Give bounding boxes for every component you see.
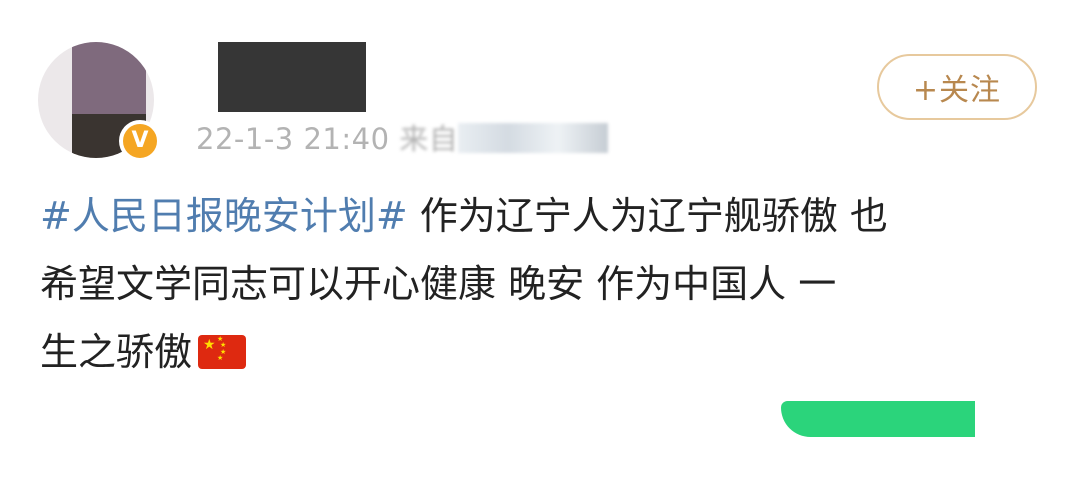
post-body: #人民日报晚安计划# 作为辽宁人为辽宁舰骄傲 也 希望文学同志可以开心健康 晚安…: [40, 182, 1040, 386]
follow-button-label: +关注: [912, 73, 1002, 108]
post-text-segment-3: 生之骄傲: [40, 330, 193, 374]
post-source-label: 来自: [399, 122, 459, 156]
post-source-redacted: [458, 123, 609, 153]
post-text-line-1: #人民日报晚安计划# 作为辽宁人为辽宁舰骄傲 也: [40, 182, 1040, 250]
china-flag-icon: ★ ★ ★ ★ ★: [198, 335, 247, 369]
username-redacted[interactable]: [218, 42, 366, 112]
post-timestamp: 22-1-3 21:40: [196, 122, 390, 156]
green-action-button[interactable]: [781, 401, 975, 437]
avatar-image-top: [72, 42, 146, 114]
post-meta: 22-1-3 21:40 来自: [196, 116, 609, 158]
follow-button[interactable]: +关注: [877, 54, 1037, 120]
post-text-line-2: 希望文学同志可以开心健康 晚安 作为中国人 一: [40, 262, 837, 306]
post-text-line-3: 生之骄傲 ★ ★ ★ ★ ★: [40, 318, 1040, 386]
hashtag-link[interactable]: #人民日报晚安计划#: [40, 194, 408, 238]
post-text-segment-1: 作为辽宁人为辽宁舰骄傲 也: [407, 194, 888, 238]
verified-icon: V: [119, 120, 161, 162]
